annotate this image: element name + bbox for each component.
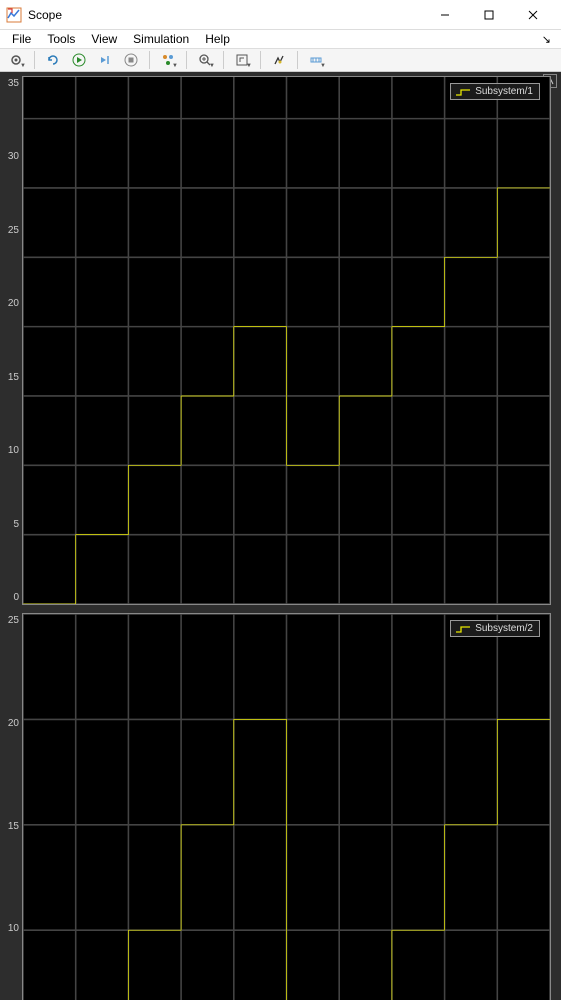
legend: Subsystem/2 — [450, 620, 540, 637]
menu-help[interactable]: Help — [197, 30, 238, 48]
plot-canvas[interactable]: Subsystem/1 — [22, 76, 551, 605]
cursor-icon[interactable]: ▼ — [230, 49, 254, 71]
measure-icon[interactable]: ▼ — [304, 49, 328, 71]
title-bar: Scope — [0, 0, 561, 30]
restart-icon[interactable] — [41, 49, 65, 71]
plot-1[interactable]: 35302520151050 Subsystem/1 — [2, 76, 559, 605]
gear-icon[interactable]: ▼ — [4, 49, 28, 71]
step-icon[interactable] — [93, 49, 117, 71]
menu-bar: File Tools View Simulation Help ↘ — [0, 30, 561, 49]
menu-file[interactable]: File — [4, 30, 39, 48]
legend: Subsystem/1 — [450, 83, 540, 100]
highlight-icon[interactable] — [267, 49, 291, 71]
separator — [297, 51, 298, 69]
separator — [149, 51, 150, 69]
separator — [260, 51, 261, 69]
y-axis: 35302520151050 — [2, 76, 22, 605]
window-title: Scope — [28, 8, 62, 22]
y-axis: 2520151050 — [2, 613, 22, 1000]
toolbar: ▼ ▼ ▼ ▼ ▼ — [0, 49, 561, 72]
separator — [186, 51, 187, 69]
legend-label: Subsystem/1 — [475, 86, 533, 97]
menu-view[interactable]: View — [83, 30, 125, 48]
legend-label: Subsystem/2 — [475, 623, 533, 634]
plot-region: 35302520151050 Subsystem/1 2520151050 Subsy… — [0, 72, 561, 1000]
minimize-button[interactable] — [423, 0, 467, 30]
menu-simulation[interactable]: Simulation — [125, 30, 197, 48]
menu-tools[interactable]: Tools — [39, 30, 83, 48]
app-icon — [6, 7, 22, 23]
legend-swatch-icon — [455, 624, 471, 634]
stop-icon[interactable] — [119, 49, 143, 71]
config-icon[interactable]: ▼ — [156, 49, 180, 71]
close-button[interactable] — [511, 0, 555, 30]
maximize-button[interactable] — [467, 0, 511, 30]
zoom-icon[interactable]: ▼ — [193, 49, 217, 71]
plot-canvas[interactable]: Subsystem/2 — [22, 613, 551, 1000]
legend-swatch-icon — [455, 87, 471, 97]
plot-2[interactable]: 2520151050 Subsystem/2 — [2, 613, 559, 1000]
pin-icon[interactable]: ↘ — [536, 33, 557, 46]
separator — [34, 51, 35, 69]
play-icon[interactable] — [67, 49, 91, 71]
separator — [223, 51, 224, 69]
